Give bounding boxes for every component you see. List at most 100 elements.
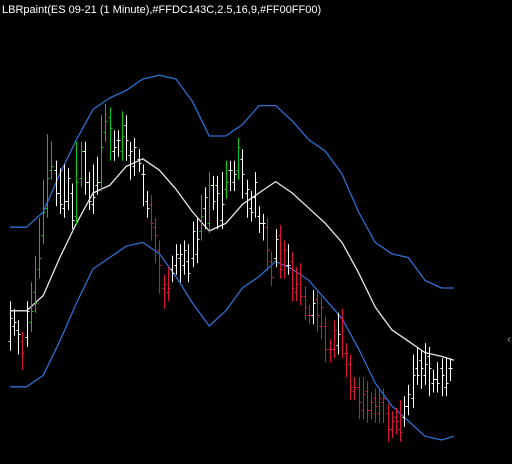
price-bar	[128, 141, 133, 180]
price-bar	[386, 403, 391, 442]
price-bar	[49, 141, 54, 180]
price-bar	[245, 179, 250, 218]
price-bar	[228, 160, 233, 192]
price-bar	[415, 346, 420, 385]
price-bar	[344, 343, 349, 378]
price-bar	[352, 377, 357, 401]
price-bar	[186, 244, 191, 283]
price-bar	[435, 362, 440, 393]
price-bar	[178, 244, 183, 283]
price-bar	[369, 392, 374, 420]
price-bar	[240, 149, 245, 199]
price-bar	[211, 175, 216, 211]
price-bar	[91, 164, 96, 214]
price-bar	[12, 308, 17, 336]
price-bar	[419, 350, 424, 389]
price-bar	[411, 354, 416, 408]
price-bar	[195, 217, 200, 264]
price-bar	[145, 191, 150, 218]
price-bar	[141, 164, 146, 207]
price-bar	[278, 225, 283, 279]
price-bar	[377, 388, 382, 423]
price-bar	[124, 115, 129, 161]
price-bar	[162, 274, 167, 309]
price-bar	[315, 289, 320, 332]
price-bar	[357, 377, 362, 420]
price-bar	[207, 172, 212, 233]
price-bar	[95, 156, 100, 195]
price-bar	[381, 388, 386, 423]
price-bar	[390, 411, 395, 439]
price-bar	[361, 377, 366, 420]
price-bar	[149, 194, 154, 241]
price-bar	[431, 369, 436, 393]
price-bar	[62, 164, 67, 218]
price-bar	[191, 221, 196, 268]
price-bar	[16, 320, 21, 355]
price-bar	[99, 115, 104, 192]
price-bar	[74, 141, 79, 226]
price-bar	[116, 130, 121, 157]
price-bar	[290, 251, 295, 302]
price-bar	[41, 179, 46, 245]
price-bar	[257, 206, 262, 233]
price-bar	[215, 175, 220, 230]
price-bar	[37, 217, 42, 279]
price-bar	[166, 267, 171, 302]
price-bar	[220, 172, 225, 230]
price-bar	[348, 354, 353, 401]
price-bar	[79, 141, 84, 188]
price-bar	[303, 286, 308, 321]
price-bar	[170, 255, 175, 283]
price-bar	[406, 384, 411, 416]
price-bar	[70, 183, 75, 230]
price-bar	[232, 160, 237, 192]
price-bar	[328, 339, 333, 363]
price-bar	[236, 137, 241, 180]
price-bar	[265, 217, 270, 271]
lower-band-line	[10, 241, 455, 441]
price-bar	[402, 396, 407, 427]
price-bar	[120, 111, 125, 161]
price-bar	[203, 187, 208, 230]
price-bar	[249, 191, 254, 222]
price-bar	[286, 244, 291, 275]
price-bar	[112, 130, 117, 161]
price-bar	[66, 168, 71, 211]
price-bar	[157, 240, 162, 294]
price-bar	[444, 358, 449, 397]
price-bar	[448, 358, 453, 382]
price-bar	[8, 301, 13, 351]
price-bar	[199, 194, 204, 241]
price-bar	[340, 308, 345, 359]
price-bar	[332, 320, 337, 359]
price-bar	[319, 297, 324, 340]
price-bar	[307, 305, 312, 325]
price-bar	[87, 172, 92, 211]
price-bar	[365, 381, 370, 423]
channel-lines	[10, 74, 455, 441]
price-bar	[20, 331, 25, 370]
price-bars	[8, 103, 453, 442]
price-chart[interactable]	[0, 0, 512, 464]
chevron-left-icon[interactable]: ‹	[507, 333, 511, 345]
price-bar	[153, 217, 158, 264]
price-bar	[398, 400, 403, 442]
price-bar	[182, 240, 187, 275]
price-bar	[282, 240, 287, 279]
price-bar	[311, 289, 316, 325]
price-bar	[224, 160, 229, 199]
price-bar	[269, 251, 274, 287]
price-bar	[336, 312, 341, 355]
price-bar	[132, 137, 137, 176]
price-bar	[103, 103, 108, 142]
price-bar	[323, 316, 328, 363]
price-bar	[261, 213, 266, 241]
price-bar	[373, 388, 378, 423]
price-bar	[108, 107, 113, 161]
price-bar	[174, 244, 179, 275]
price-bar	[423, 343, 428, 385]
price-bar	[440, 358, 445, 397]
price-bar	[298, 263, 303, 306]
price-bar	[83, 141, 88, 195]
